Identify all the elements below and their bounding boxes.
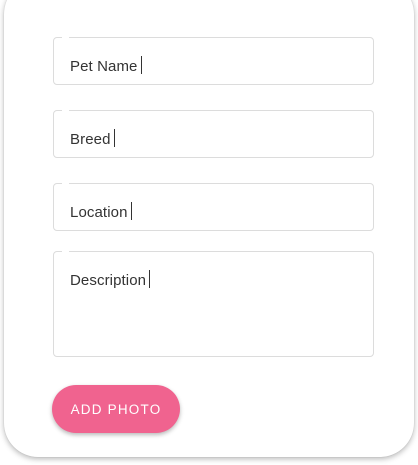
description-field[interactable]: Description	[53, 251, 374, 357]
text-cursor	[130, 202, 132, 220]
breed-placeholder: Breed	[70, 131, 111, 148]
location-field[interactable]: Location	[53, 183, 374, 231]
location-input[interactable]: Location	[70, 202, 132, 221]
text-cursor	[149, 270, 151, 288]
add-photo-button[interactable]: ADD PHOTO	[52, 385, 180, 433]
description-textarea[interactable]: Description	[70, 270, 151, 289]
text-cursor	[113, 129, 115, 147]
field-label-notch	[62, 183, 69, 185]
text-cursor	[140, 56, 142, 74]
add-photo-label: ADD PHOTO	[70, 401, 162, 417]
pet-name-field[interactable]: Pet Name	[53, 37, 374, 85]
field-label-notch	[62, 110, 69, 112]
location-placeholder: Location	[70, 204, 128, 221]
description-placeholder: Description	[70, 272, 147, 289]
field-label-notch	[62, 251, 69, 253]
breed-input[interactable]: Breed	[70, 129, 115, 148]
pet-name-input[interactable]: Pet Name	[70, 56, 142, 75]
pet-name-placeholder: Pet Name	[70, 58, 138, 75]
field-label-notch	[62, 37, 69, 39]
breed-field[interactable]: Breed	[53, 110, 374, 158]
